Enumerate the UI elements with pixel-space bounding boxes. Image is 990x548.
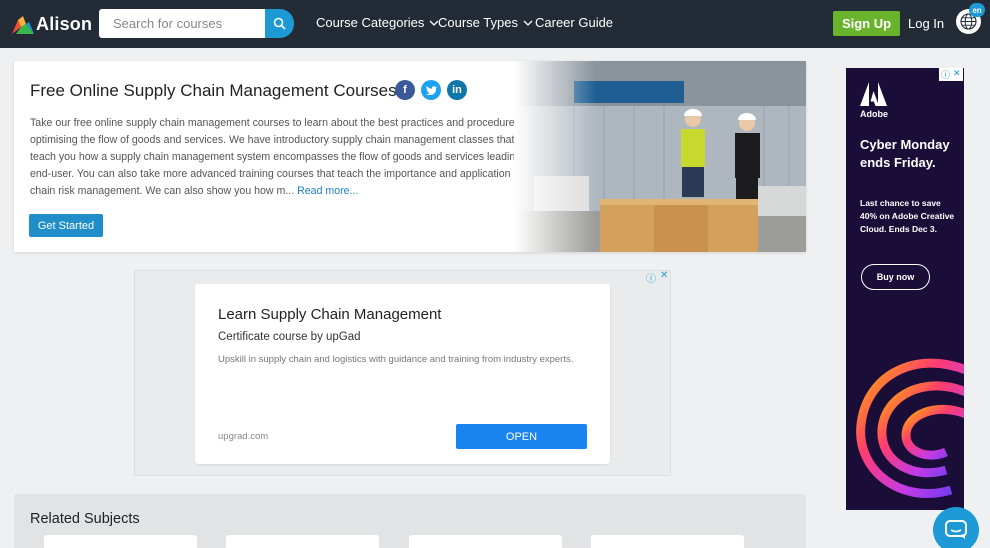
side-ad-headline: Cyber Monday ends Friday.	[860, 137, 950, 170]
read-more-link[interactable]: Read more...	[297, 185, 358, 197]
alison-logo-icon	[12, 15, 34, 34]
adobe-logo-icon	[860, 82, 887, 106]
nav-label: Career Guide	[535, 15, 614, 30]
close-icon[interactable]: ✕	[660, 270, 668, 285]
nav-course-types[interactable]: Course Types	[438, 15, 533, 30]
ad-info-icon[interactable]: ⓘ	[941, 68, 950, 81]
brand-name: Alison	[36, 14, 93, 34]
ad-card[interactable]: Learn Supply Chain Management Certificat…	[195, 284, 610, 464]
log-in-link[interactable]: Log In	[908, 16, 944, 31]
chat-icon	[945, 520, 967, 539]
warehouse-hero-image	[514, 61, 806, 252]
ad-open-button[interactable]: OPEN	[456, 424, 587, 449]
related-subject-card[interactable]	[226, 535, 379, 548]
twitter-icon[interactable]	[421, 80, 441, 100]
adobe-wordmark: Adobe	[860, 109, 888, 119]
chevron-down-icon	[523, 20, 533, 26]
linkedin-icon[interactable]: in	[447, 80, 467, 100]
related-subjects-section: Related Subjects	[14, 494, 806, 548]
facebook-icon[interactable]: f	[395, 80, 415, 100]
related-subject-card[interactable]	[591, 535, 744, 548]
search-icon	[273, 17, 286, 30]
creative-cloud-art	[846, 330, 964, 510]
close-icon[interactable]: ✕	[953, 68, 961, 81]
hero-card: Free Online Supply Chain Management Cour…	[14, 61, 806, 252]
nav-label: Course Types	[438, 15, 518, 30]
nav-course-categories[interactable]: Course Categories	[316, 15, 439, 30]
nav-career-guide[interactable]: Career Guide	[535, 15, 613, 30]
ad-description: Upskill in supply chain and logistics wi…	[218, 354, 574, 365]
side-ad-choices[interactable]: ⓘ ✕	[939, 68, 963, 81]
ad-info-icon[interactable]: ⓘ	[646, 270, 656, 285]
search-button[interactable]	[265, 9, 294, 38]
sign-up-button[interactable]: Sign Up	[833, 11, 900, 36]
ad-domain: upgrad.com	[218, 431, 269, 442]
related-subject-card[interactable]	[409, 535, 562, 548]
search-input[interactable]	[99, 9, 265, 38]
description-text: Take our free online supply chain manage…	[30, 117, 556, 197]
social-share: f in	[395, 80, 467, 100]
search-bar	[99, 9, 294, 38]
nav-label: Course Categories	[316, 15, 425, 30]
ad-choices[interactable]: ⓘ ✕	[646, 270, 668, 285]
language-badge: en	[969, 3, 985, 17]
side-ad-body: Last chance to save 40% on Adobe Creativ…	[860, 198, 955, 234]
related-subjects-title: Related Subjects	[30, 511, 140, 527]
buy-now-button[interactable]: Buy now	[861, 264, 930, 290]
chat-launcher-button[interactable]	[933, 507, 979, 548]
hero-description: Take our free online supply chain manage…	[30, 115, 560, 200]
get-started-button[interactable]: Get Started	[29, 214, 103, 237]
top-navbar: Alison Course Categories Course Types Ca…	[0, 0, 990, 48]
page-title: Free Online Supply Chain Management Cour…	[30, 81, 397, 100]
ad-subtitle: Certificate course by upGad	[218, 331, 361, 343]
adobe-side-ad[interactable]: Adobe Cyber Monday ends Friday. Last cha…	[846, 68, 964, 510]
related-subject-card[interactable]	[44, 535, 197, 548]
ad-title: Learn Supply Chain Management	[218, 306, 442, 323]
alison-logo[interactable]: Alison	[12, 14, 92, 35]
